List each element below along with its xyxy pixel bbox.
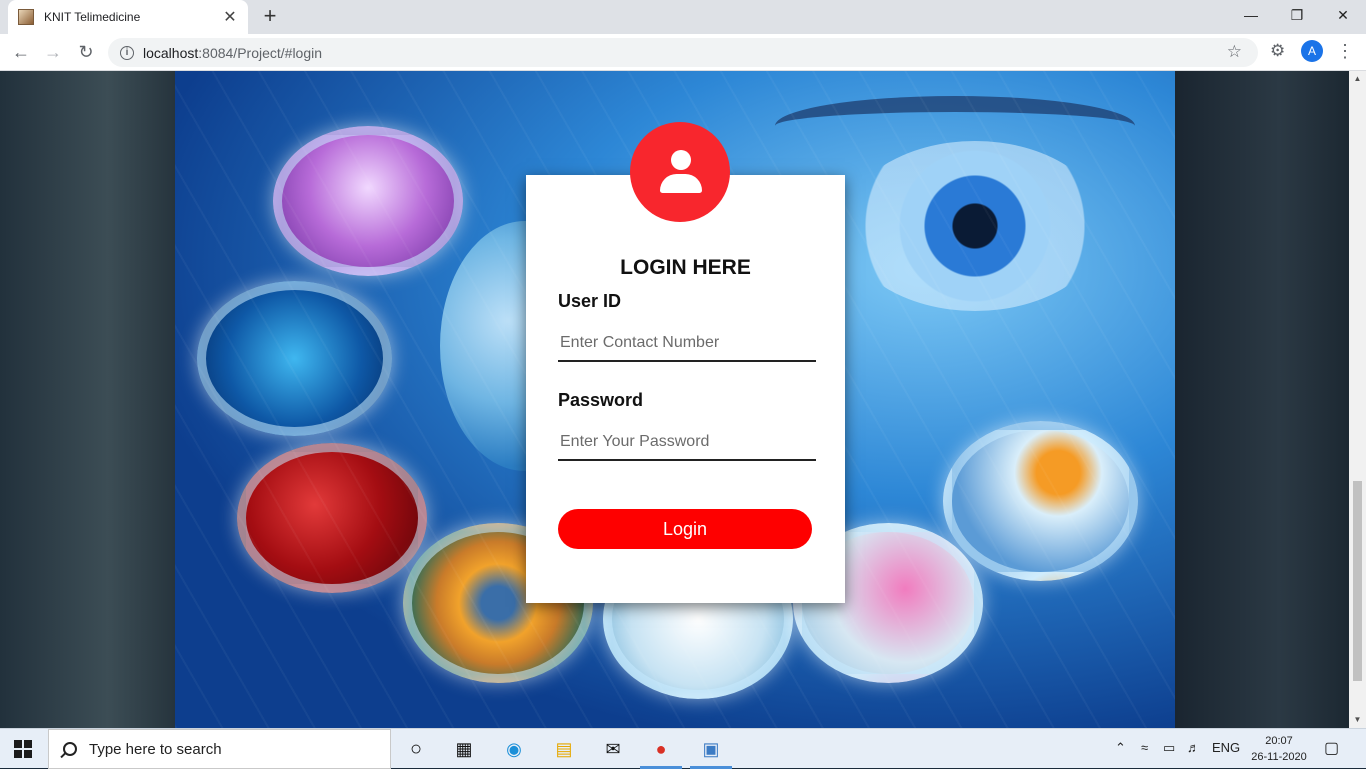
- blood-cells-bubble-image: [237, 443, 427, 593]
- clock-date: 26-11-2020: [1251, 751, 1307, 763]
- windows-start-icon[interactable]: [14, 740, 32, 758]
- page-scrollbar[interactable]: ▲ ▼: [1349, 71, 1366, 728]
- reload-icon[interactable]: ↻: [74, 40, 98, 64]
- taskbar-search-placeholder: Type here to search: [89, 740, 222, 758]
- eye-graphic: [845, 141, 1105, 311]
- browser-tab-strip: KNIT Telimedicine ✕ + — ❐ ✕: [0, 0, 1366, 34]
- page-viewport: LOGIN HERE User ID Password Login: [0, 71, 1349, 728]
- site-info-icon[interactable]: i: [120, 45, 134, 60]
- password-label: Password: [558, 390, 644, 410]
- scroll-thumb[interactable]: [1353, 481, 1362, 681]
- tab-title: KNIT Telimedicine: [44, 10, 141, 24]
- task-view-icon[interactable]: ▦: [450, 735, 478, 763]
- wifi-icon[interactable]: ≈: [1141, 740, 1148, 755]
- extensions-puzzle-icon[interactable]: ⚙: [1270, 41, 1285, 61]
- chrome-icon[interactable]: ●: [647, 735, 675, 763]
- url-text: localhost:8084/Project/#login: [143, 45, 322, 61]
- dna-bubble-image: [273, 126, 463, 276]
- volume-icon[interactable]: ♬: [1187, 740, 1200, 755]
- pills-bubble-image: [943, 421, 1138, 581]
- login-card: LOGIN HERE User ID Password Login: [526, 122, 845, 603]
- system-clock[interactable]: 20:07 26-11-2020: [1248, 733, 1310, 765]
- browser-menu-icon[interactable]: ⋮: [1336, 40, 1354, 62]
- address-bar[interactable]: i localhost:8084/Project/#login ☆: [108, 38, 1258, 67]
- eyebrow-graphic: [775, 96, 1135, 156]
- edge-browser-icon[interactable]: ◉: [500, 735, 528, 763]
- minimize-icon[interactable]: —: [1228, 0, 1274, 30]
- url-host: localhost: [143, 44, 199, 61]
- scroll-up-icon[interactable]: ▲: [1353, 74, 1362, 83]
- forward-arrow-icon[interactable]: →: [41, 40, 65, 64]
- new-tab-button[interactable]: +: [258, 5, 282, 29]
- browser-toolbar: ← → ↻ i localhost:8084/Project/#login ☆ …: [0, 34, 1366, 71]
- clock-time: 20:07: [1265, 735, 1293, 747]
- show-hidden-icons-chevron-icon[interactable]: ⌃: [1115, 740, 1126, 756]
- taskbar-search-box[interactable]: Type here to search: [48, 729, 391, 769]
- user-id-label: User ID: [558, 291, 622, 311]
- search-icon: [63, 742, 77, 756]
- cortana-icon[interactable]: ○: [402, 735, 430, 763]
- file-explorer-icon[interactable]: ▤: [550, 735, 578, 763]
- bookmark-star-icon[interactable]: ☆: [1227, 42, 1242, 62]
- windows-taskbar: Type here to search ○ ▦ ◉ ▤ ✉ ● ▣ ⌃ ≈ ▭ …: [0, 728, 1366, 769]
- restore-icon[interactable]: ❐: [1274, 0, 1320, 30]
- url-path: :8084/Project/#login: [198, 44, 323, 61]
- password-input[interactable]: [558, 425, 816, 461]
- language-indicator[interactable]: ENG: [1212, 740, 1240, 755]
- mail-icon[interactable]: ✉: [599, 735, 627, 763]
- neuron-bubble-image: [197, 281, 392, 436]
- app-cube-icon[interactable]: ▣: [697, 735, 725, 763]
- login-title: LOGIN HERE: [620, 256, 751, 279]
- window-close-icon[interactable]: ✕: [1320, 0, 1366, 30]
- battery-icon[interactable]: ▭: [1163, 740, 1175, 756]
- notifications-icon[interactable]: ▢: [1324, 738, 1339, 758]
- back-arrow-icon[interactable]: ←: [9, 40, 33, 64]
- profile-avatar[interactable]: A: [1301, 40, 1323, 62]
- user-icon: [630, 122, 730, 222]
- tab-close-icon[interactable]: ✕: [222, 7, 238, 27]
- login-button[interactable]: Login: [558, 509, 812, 549]
- scroll-down-icon[interactable]: ▼: [1353, 715, 1362, 724]
- user-id-input[interactable]: [558, 326, 816, 362]
- browser-tab[interactable]: KNIT Telimedicine ✕: [8, 0, 248, 34]
- background-right-panel: [1175, 71, 1349, 728]
- site-favicon-icon: [18, 9, 34, 25]
